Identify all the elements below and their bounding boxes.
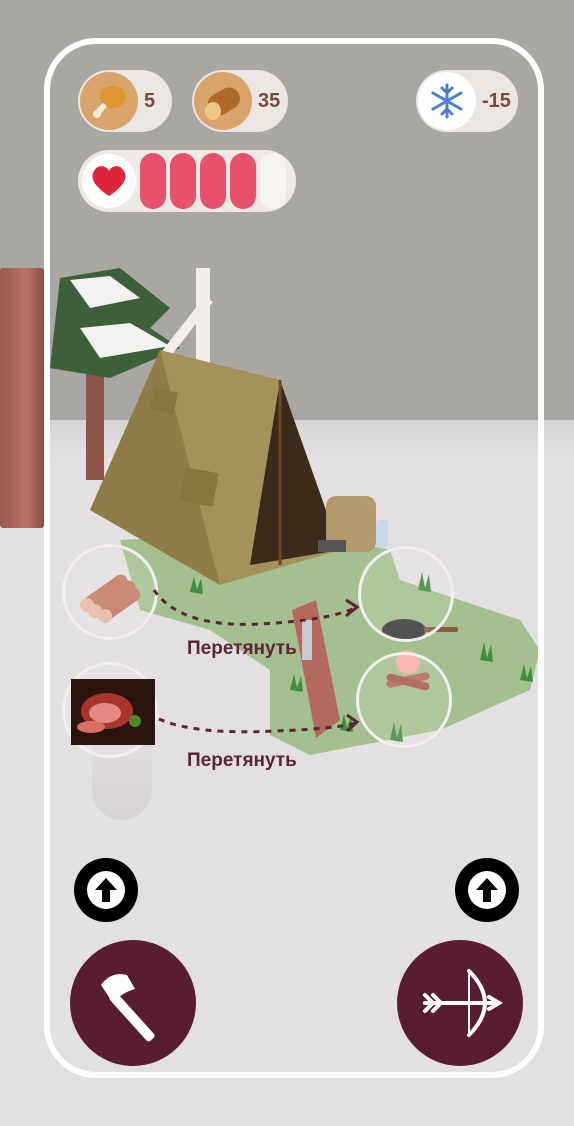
bow-icon — [423, 969, 503, 1037]
food-counter: 5 — [78, 70, 172, 132]
drumstick-icon — [80, 72, 138, 130]
left-up-button[interactable] — [74, 858, 138, 922]
health-segment — [230, 153, 256, 209]
wood-value: 35 — [258, 89, 281, 112]
health-segment — [200, 153, 226, 209]
axe-icon — [101, 974, 155, 1042]
drag-hint-meat: Перетянуть — [187, 750, 297, 771]
food-value: 5 — [144, 89, 156, 112]
tree-trunk — [0, 268, 44, 528]
firewood-icon — [80, 574, 141, 623]
health-segment-empty — [260, 153, 286, 209]
health-segment — [140, 153, 166, 209]
frying-pan-target-slot[interactable] — [358, 546, 454, 642]
drag-hint-logs: Перетянуть — [187, 638, 297, 659]
wood-counter: 35 — [192, 70, 288, 132]
heart-icon — [82, 154, 136, 208]
temperature-counter: -15 — [416, 70, 518, 132]
health-bar — [78, 150, 296, 212]
arrow-up-icon — [468, 871, 506, 909]
drag-arrow-logs — [152, 589, 360, 626]
arrow-up-icon — [87, 871, 125, 909]
ham-item-slot[interactable] — [62, 662, 158, 758]
drag-arrow-meat — [158, 713, 360, 734]
campfire-target-slot[interactable] — [356, 652, 452, 748]
temperature-value: -15 — [482, 89, 511, 112]
snowflake-icon — [418, 72, 476, 130]
axe-button[interactable] — [70, 940, 196, 1066]
right-up-button[interactable] — [455, 858, 519, 922]
firewood-item-slot[interactable] — [62, 544, 158, 640]
health-segment — [170, 153, 196, 209]
log-icon — [194, 72, 252, 130]
ham-icon — [71, 679, 155, 745]
bow-button[interactable] — [397, 940, 523, 1066]
